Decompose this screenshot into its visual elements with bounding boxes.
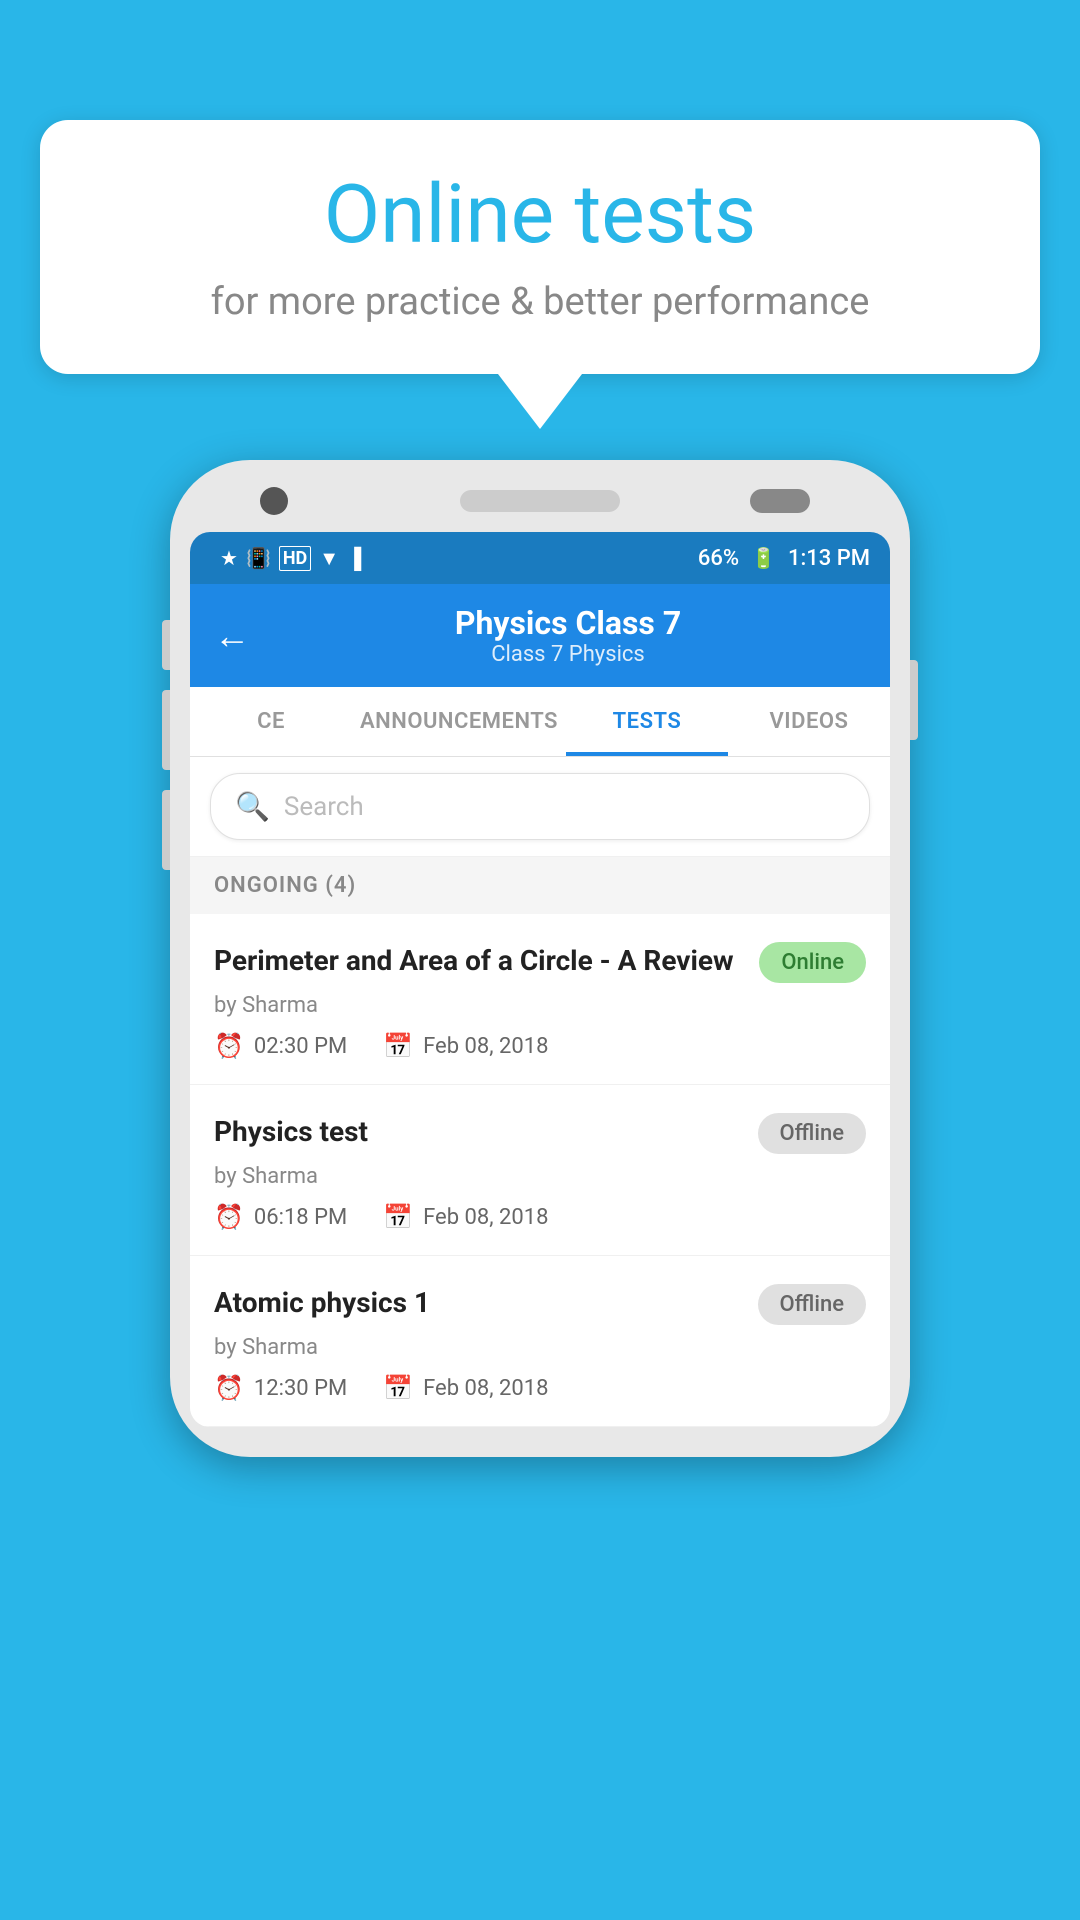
phone-body: ★ 📳 HD ▼ ▐ 66% 🔋 1:13 PM ← Physics Class… [170, 460, 910, 1457]
test-item-1[interactable]: Physics test Offline by Sharma ⏰ 06:18 P… [190, 1085, 890, 1256]
phone-camera [260, 487, 288, 515]
clock-icon-1: ⏰ [214, 1203, 244, 1231]
test-author-1: by Sharma [214, 1164, 866, 1189]
phone-mockup: ★ 📳 HD ▼ ▐ 66% 🔋 1:13 PM ← Physics Class… [50, 460, 1030, 1457]
test-title-1: Physics test [214, 1113, 758, 1151]
test-title-0: Perimeter and Area of a Circle - A Revie… [214, 942, 759, 980]
section-header-ongoing: ONGOING (4) [190, 857, 890, 914]
test-item-header-1: Physics test Offline [214, 1113, 866, 1154]
test-item-header-2: Atomic physics 1 Offline [214, 1284, 866, 1325]
phone-speaker [460, 490, 620, 512]
calendar-icon-0: 📅 [383, 1032, 413, 1060]
speech-bubble-title: Online tests [100, 170, 980, 260]
test-author-0: by Sharma [214, 993, 866, 1018]
test-date-0: 📅 Feb 08, 2018 [383, 1032, 548, 1060]
status-bar-left-icons: ★ 📳 HD ▼ ▐ [220, 546, 361, 571]
search-bar[interactable]: 🔍 Search [210, 773, 870, 840]
status-badge-0: Online [759, 942, 866, 983]
header-subtitle: Class 7 Physics [270, 642, 866, 667]
time-display: 1:13 PM [788, 546, 870, 571]
back-button[interactable]: ← [214, 615, 250, 657]
status-badge-1: Offline [758, 1113, 866, 1154]
vibrate-icon: 📳 [246, 546, 271, 570]
side-button-left-1 [162, 620, 170, 670]
side-button-right [910, 660, 918, 740]
search-container: 🔍 Search [190, 757, 890, 857]
test-item-header-0: Perimeter and Area of a Circle - A Revie… [214, 942, 866, 983]
test-meta-0: ⏰ 02:30 PM 📅 Feb 08, 2018 [214, 1032, 866, 1060]
speech-bubble-container: Online tests for more practice & better … [40, 120, 1040, 429]
search-icon: 🔍 [235, 790, 270, 823]
header-title-group: Physics Class 7 Class 7 Physics [270, 604, 866, 667]
tab-tests[interactable]: TESTS [566, 687, 728, 756]
phone-home-sensor [750, 489, 810, 513]
search-placeholder: Search [284, 792, 364, 822]
test-time-2: ⏰ 12:30 PM [214, 1374, 347, 1402]
header-title: Physics Class 7 [270, 604, 866, 642]
phone-screen: ★ 📳 HD ▼ ▐ 66% 🔋 1:13 PM ← Physics Class… [190, 532, 890, 1427]
test-item-0[interactable]: Perimeter and Area of a Circle - A Revie… [190, 914, 890, 1085]
phone-top [190, 490, 890, 512]
clock-icon-2: ⏰ [214, 1374, 244, 1402]
test-date-2: 📅 Feb 08, 2018 [383, 1374, 548, 1402]
side-button-left-3 [162, 790, 170, 870]
tab-ce[interactable]: CE [190, 687, 352, 756]
speech-bubble: Online tests for more practice & better … [40, 120, 1040, 374]
hd-icon: HD [279, 546, 311, 571]
test-meta-1: ⏰ 06:18 PM 📅 Feb 08, 2018 [214, 1203, 866, 1231]
tab-videos[interactable]: VIDEOS [728, 687, 890, 756]
speech-bubble-subtitle: for more practice & better performance [100, 280, 980, 324]
bluetooth-icon: ★ [220, 546, 238, 570]
tab-announcements[interactable]: ANNOUNCEMENTS [352, 687, 566, 756]
battery-percent: 66% [698, 546, 739, 571]
speech-bubble-arrow [498, 374, 582, 429]
test-item-2[interactable]: Atomic physics 1 Offline by Sharma ⏰ 12:… [190, 1256, 890, 1427]
calendar-icon-1: 📅 [383, 1203, 413, 1231]
test-meta-2: ⏰ 12:30 PM 📅 Feb 08, 2018 [214, 1374, 866, 1402]
signal-icon: ▐ [347, 546, 361, 571]
tabs-bar: CE ANNOUNCEMENTS TESTS VIDEOS [190, 687, 890, 757]
clock-icon-0: ⏰ [214, 1032, 244, 1060]
status-badge-2: Offline [758, 1284, 866, 1325]
status-bar: ★ 📳 HD ▼ ▐ 66% 🔋 1:13 PM [190, 532, 890, 584]
test-title-2: Atomic physics 1 [214, 1284, 758, 1322]
wifi-icon: ▼ [319, 546, 339, 571]
calendar-icon-2: 📅 [383, 1374, 413, 1402]
battery-icon: 🔋 [751, 546, 776, 570]
app-header: ← Physics Class 7 Class 7 Physics [190, 584, 890, 687]
test-time-0: ⏰ 02:30 PM [214, 1032, 347, 1060]
test-date-1: 📅 Feb 08, 2018 [383, 1203, 548, 1231]
test-author-2: by Sharma [214, 1335, 866, 1360]
test-time-1: ⏰ 06:18 PM [214, 1203, 347, 1231]
side-button-left-2 [162, 690, 170, 770]
